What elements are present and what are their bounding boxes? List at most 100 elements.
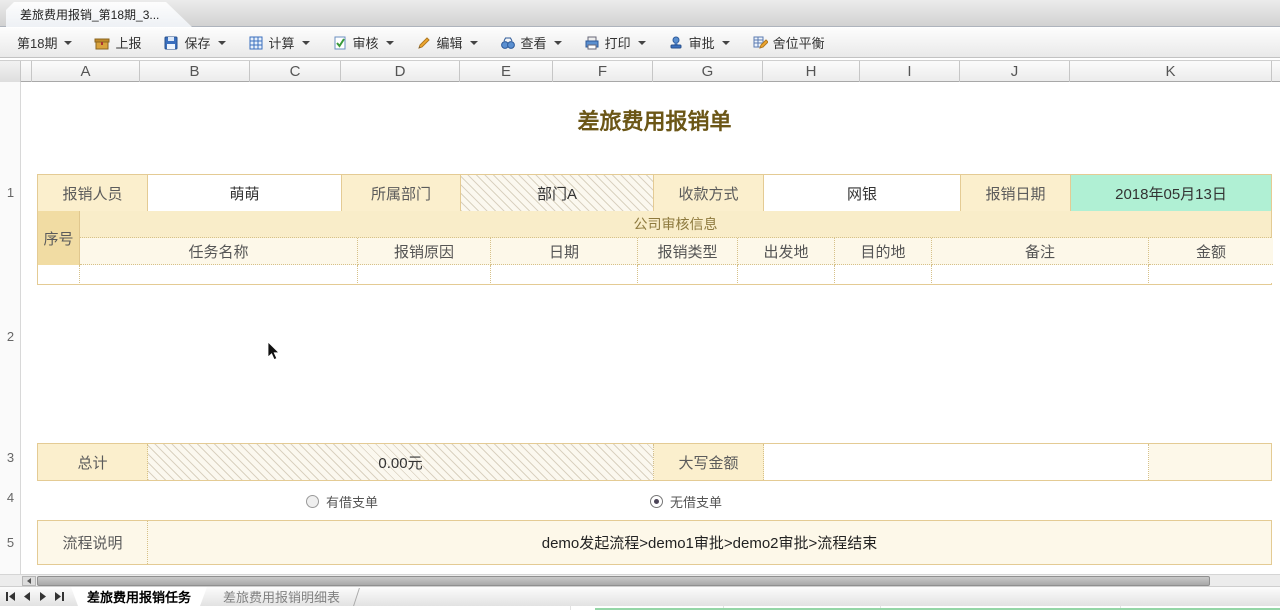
data-cell-seq[interactable] [38, 265, 80, 283]
scroll-left-arrow-icon [26, 578, 32, 584]
audit-button[interactable]: 审核 [323, 29, 403, 56]
seq-header-cell: 序号 [38, 211, 80, 265]
column-header-g[interactable]: G [653, 61, 763, 82]
total-value-cell[interactable]: 0.00元 [148, 444, 654, 480]
col-amount: 金额 [1149, 238, 1273, 265]
scrollbar-thumb[interactable] [37, 576, 1210, 586]
first-sheet-button[interactable] [4, 590, 17, 603]
approve-label: 审批 [689, 33, 715, 52]
horizontal-scrollbar[interactable] [0, 574, 1280, 586]
column-header-a[interactable]: A [32, 61, 140, 82]
data-cell-remark[interactable] [932, 265, 1149, 283]
chevron-down-icon [554, 41, 562, 45]
col-remark: 备注 [932, 238, 1149, 265]
data-cell-type[interactable] [638, 265, 738, 283]
amount-words-value-cell[interactable] [764, 444, 1149, 480]
scroll-left-button[interactable] [22, 576, 36, 586]
mouse-cursor-icon [267, 341, 281, 361]
prev-sheet-button[interactable] [20, 590, 33, 603]
total-row-filler-cell [1149, 444, 1271, 480]
date-value-cell[interactable]: 2018年05月13日 [1071, 175, 1271, 211]
chevron-down-icon [64, 41, 72, 45]
col-origin: 出发地 [738, 238, 835, 265]
calc-grid-icon [248, 35, 264, 51]
total-label-cell: 总计 [38, 444, 148, 480]
file-tab-bar: 差旅费用报销_第18期_3... [0, 0, 1280, 27]
data-cell-task-name[interactable] [80, 265, 358, 283]
printer-icon [584, 35, 600, 51]
column-header-b[interactable]: B [140, 61, 250, 82]
audit-label: 审核 [353, 33, 379, 52]
col-date: 日期 [491, 238, 638, 265]
save-button[interactable]: 保存 [154, 29, 234, 56]
file-tab-label: 差旅费用报销_第18期_3... [20, 6, 159, 23]
column-header-e[interactable]: E [460, 61, 553, 82]
date-label-cell: 报销日期 [961, 175, 1071, 211]
column-header-h[interactable]: H [763, 61, 860, 82]
approve-button[interactable]: 审批 [659, 29, 739, 56]
edit-button[interactable]: 编辑 [407, 29, 487, 56]
payment-method-label-cell: 收款方式 [654, 175, 764, 211]
next-sheet-button[interactable] [36, 590, 49, 603]
last-sheet-button[interactable] [52, 590, 65, 603]
col-task-name: 任务名称 [80, 238, 358, 265]
save-floppy-icon [163, 35, 179, 51]
col-destination: 目的地 [835, 238, 932, 265]
total-row: 总计 0.00元 大写金额 [37, 443, 1272, 481]
sheet-tab-task[interactable]: 差旅费用报销任务 [71, 587, 207, 606]
payee-value-cell[interactable]: 萌萌 [148, 175, 342, 211]
column-header-f[interactable]: F [553, 61, 653, 82]
submit-label: 上报 [115, 33, 141, 52]
data-cell-destination[interactable] [835, 265, 932, 283]
department-label-cell: 所属部门 [342, 175, 461, 211]
group-header-cell: 公司审核信息 [80, 211, 1271, 238]
row-header-2[interactable]: 2 [0, 329, 21, 345]
print-label: 打印 [605, 33, 631, 52]
department-value-cell[interactable]: 部门A [461, 175, 654, 211]
file-tab[interactable]: 差旅费用报销_第18期_3... [6, 2, 192, 27]
select-all-corner[interactable] [0, 61, 21, 82]
rounding-balance-icon [752, 35, 768, 51]
loan-option-has[interactable]: 有借支单 [306, 492, 378, 511]
data-cell-amount[interactable] [1149, 265, 1273, 283]
payment-method-value-cell[interactable]: 网银 [764, 175, 961, 211]
row-header-3[interactable]: 3 [0, 450, 21, 466]
sheet-area: 1 2 3 4 5 差旅费用报销单 报销人员 萌萌 所属部门 部门A 收款方式 … [0, 82, 1280, 574]
last-sheet-icon [54, 592, 64, 601]
loan-option-none[interactable]: 无借支单 [650, 492, 722, 511]
submit-button[interactable]: 上报 [85, 29, 150, 56]
data-cell-date-selected[interactable] [491, 265, 638, 283]
loan-option-none-label: 无借支单 [670, 492, 722, 511]
row-header-5[interactable]: 5 [0, 535, 21, 551]
amount-words-label-cell: 大写金额 [654, 444, 764, 480]
column-header-c[interactable]: C [250, 61, 341, 82]
view-binoculars-icon [500, 35, 516, 51]
row-header-1[interactable]: 1 [0, 185, 21, 201]
column-header-d[interactable]: D [341, 61, 460, 82]
form-title: 差旅费用报销单 [37, 102, 1272, 142]
flow-row: 流程说明 demo发起流程>demo1审批>demo2审批>流程结束 [37, 520, 1272, 565]
rounding-balance-button[interactable]: 舍位平衡 [743, 29, 834, 56]
column-header-i[interactable]: I [860, 61, 960, 82]
period-dropdown-button[interactable]: 第18期 [8, 29, 81, 56]
detail-table: 序号 公司审核信息 任务名称 报销原因 日期 报销类型 出发地 目的地 备注 金… [37, 211, 1272, 285]
print-button[interactable]: 打印 [575, 29, 655, 56]
row-header-4[interactable]: 4 [0, 490, 21, 506]
radio-unselected-icon[interactable] [306, 495, 319, 508]
chevron-down-icon [386, 41, 394, 45]
sheet-tab-detail[interactable]: 差旅费用报销明细表 [207, 587, 356, 606]
data-cell-origin[interactable] [738, 265, 835, 283]
view-button[interactable]: 查看 [491, 29, 571, 56]
data-cell-reason[interactable] [358, 265, 491, 283]
column-header-j[interactable]: J [960, 61, 1070, 82]
loan-option-row: 有借支单 无借支单 [37, 481, 1272, 520]
audit-check-icon [332, 35, 348, 51]
col-reason: 报销原因 [358, 238, 491, 265]
sheet-tab-bar: 差旅费用报销任务 差旅费用报销明细表 [0, 586, 1280, 606]
flow-label-cell: 流程说明 [38, 521, 148, 564]
calculate-button[interactable]: 计算 [239, 29, 319, 56]
calculate-label: 计算 [269, 33, 295, 52]
column-header-k[interactable]: K [1070, 61, 1272, 82]
next-sheet-icon [39, 592, 47, 601]
radio-selected-icon[interactable] [650, 495, 663, 508]
